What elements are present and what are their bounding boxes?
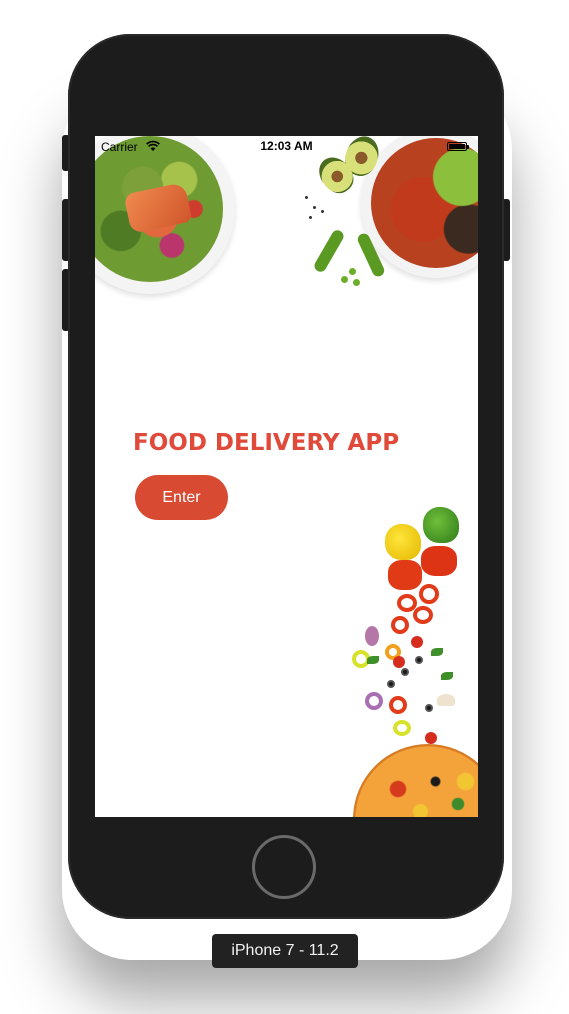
tomato-image bbox=[411, 636, 423, 648]
green-pepper-image bbox=[423, 507, 459, 543]
pea-image bbox=[353, 279, 360, 286]
herb-leaf-image bbox=[367, 656, 379, 664]
seed-image bbox=[321, 210, 324, 213]
yellow-pepper-image bbox=[385, 524, 421, 560]
tomato-image bbox=[425, 732, 437, 744]
seed-image bbox=[309, 216, 312, 219]
herb-leaf-image bbox=[441, 672, 453, 680]
pizza-image bbox=[353, 744, 478, 817]
pea-image bbox=[341, 276, 348, 283]
status-clock: 12:03 AM bbox=[260, 139, 313, 153]
pepper-ring-image bbox=[393, 720, 411, 736]
app-title: FOOD DELIVERY APP bbox=[133, 430, 400, 456]
salad-plate-image bbox=[95, 136, 235, 294]
pepper-ring-image bbox=[419, 584, 439, 604]
pea-image bbox=[349, 268, 356, 275]
pea-pod-image bbox=[312, 228, 346, 274]
seed-image bbox=[313, 206, 316, 209]
pepper-ring-image bbox=[413, 606, 433, 624]
tomato-image bbox=[393, 656, 405, 668]
status-bar: Carrier 12:03 AM bbox=[95, 136, 478, 156]
olive-image bbox=[401, 668, 409, 676]
onion-ring-image bbox=[365, 692, 383, 710]
pepper-ring-image bbox=[389, 696, 407, 714]
simulator-device-label: iPhone 7 - 11.2 bbox=[212, 934, 358, 968]
mushroom-image bbox=[437, 694, 455, 706]
red-pepper-image bbox=[421, 546, 457, 576]
red-pepper-image bbox=[388, 560, 422, 590]
herb-leaf-image bbox=[431, 648, 443, 656]
olive-image bbox=[425, 704, 433, 712]
home-button[interactable] bbox=[252, 835, 316, 899]
olive-image bbox=[415, 656, 423, 664]
enter-button[interactable]: Enter bbox=[135, 475, 228, 520]
battery-icon bbox=[447, 142, 469, 151]
pepper-ring-image bbox=[391, 616, 409, 634]
olive-image bbox=[387, 680, 395, 688]
onion-image bbox=[365, 626, 379, 646]
app-screen: Carrier 12:03 AM FOOD DELIVERY APP Enter bbox=[95, 136, 478, 817]
seed-image bbox=[305, 196, 308, 199]
